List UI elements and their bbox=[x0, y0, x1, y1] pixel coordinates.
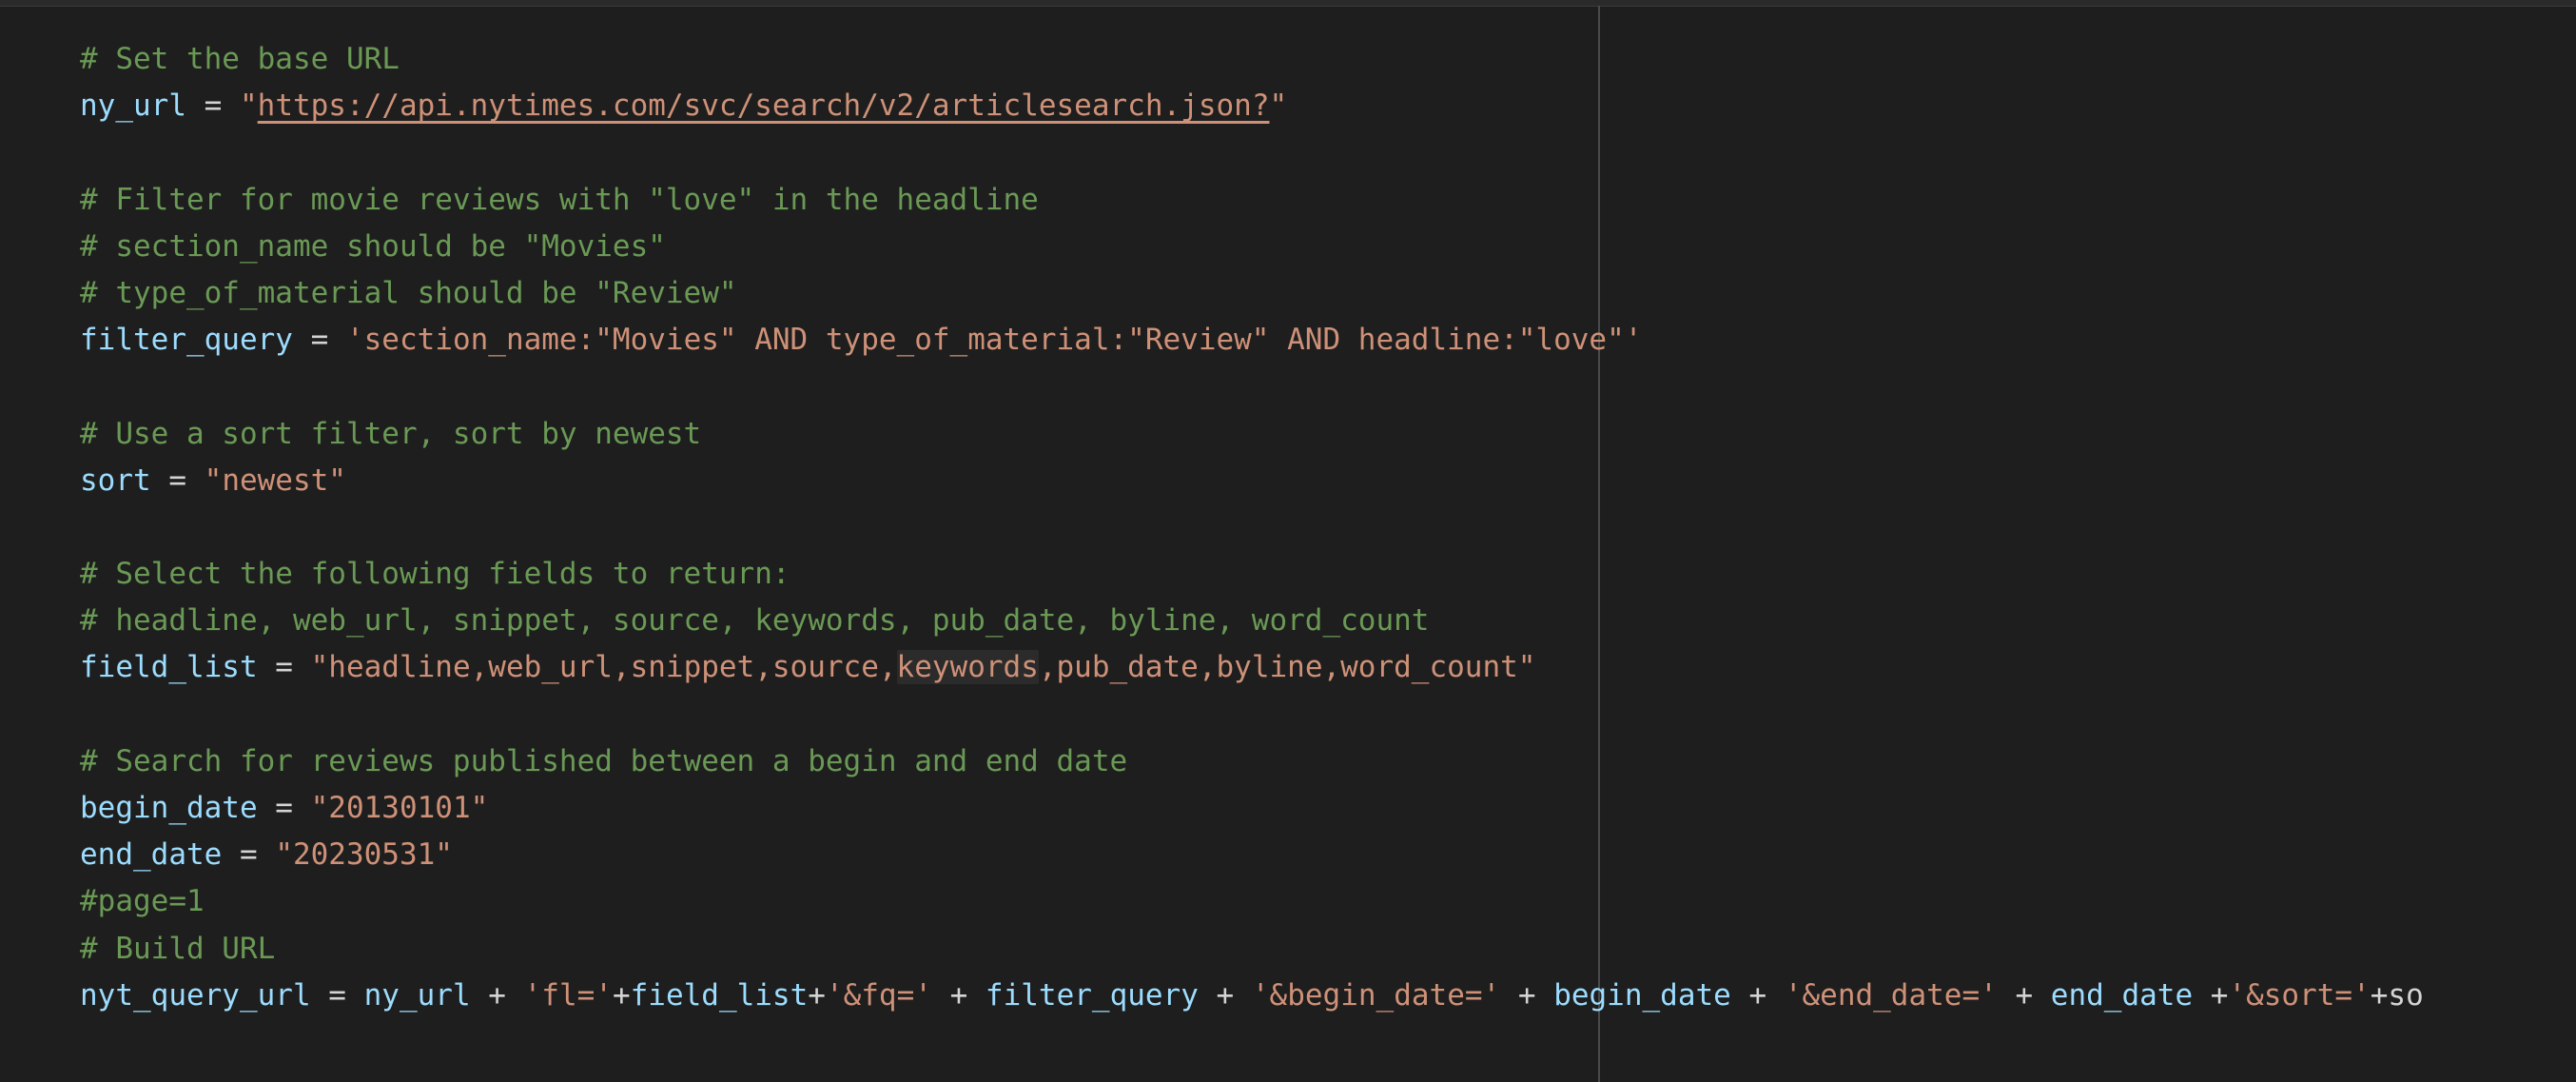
code-line[interactable]: # Filter for movie reviews with "love" i… bbox=[80, 177, 2576, 224]
code-line[interactable]: nyt_query_url = ny_url + 'fl='+field_lis… bbox=[80, 973, 2576, 1019]
operator-token: + bbox=[808, 977, 826, 1013]
string-token: '&fq=' bbox=[825, 977, 932, 1013]
string-token: "20230531" bbox=[275, 837, 453, 873]
operator-token: + bbox=[470, 977, 524, 1013]
code-line[interactable] bbox=[80, 692, 2576, 738]
operator-token: = bbox=[257, 791, 311, 825]
variable-token: ny_url bbox=[363, 977, 471, 1013]
operator-token: + bbox=[1500, 977, 1554, 1013]
comment-token: # Search for reviews published between a… bbox=[80, 743, 1128, 778]
variable-token: end_date bbox=[80, 837, 223, 873]
operator-token: = bbox=[150, 462, 205, 498]
string-token: "newest" bbox=[204, 462, 346, 498]
operator-token: = bbox=[292, 323, 346, 358]
string-token: '&end_date=' bbox=[1784, 977, 1998, 1013]
code-line[interactable]: filter_query = 'section_name:"Movies" AN… bbox=[80, 317, 2576, 364]
string-token: keywords bbox=[896, 650, 1039, 685]
string-token: 'fl=' bbox=[523, 977, 613, 1013]
comment-token: # type_of_material should be "Review" bbox=[80, 275, 737, 310]
code-line[interactable] bbox=[80, 129, 2576, 176]
code-line[interactable]: sort = "newest" bbox=[80, 458, 2576, 504]
string-token: 'section_name:"Movies" AND type_of_mater… bbox=[345, 323, 1643, 358]
operator-token: = bbox=[310, 977, 364, 1013]
variable-token: end_date bbox=[2050, 977, 2194, 1013]
variable-token: filter_query bbox=[985, 977, 1199, 1013]
code-line[interactable]: begin_date = "20130101" bbox=[80, 785, 2576, 832]
operator-token: + bbox=[1198, 977, 1252, 1013]
string-token: " bbox=[239, 89, 258, 124]
code-area[interactable]: # Set the base URL ny_url = "https://api.… bbox=[80, 36, 2576, 1019]
variable-token: sort bbox=[80, 462, 151, 498]
url-link[interactable]: https://api.nytimes.com/svc/search/v2/ar… bbox=[258, 89, 1270, 123]
comment-token: #page=1 bbox=[80, 884, 205, 919]
string-token: '&begin_date=' bbox=[1251, 977, 1501, 1013]
comment-token: # section_name should be "Movies" bbox=[80, 228, 666, 264]
string-token: "20130101" bbox=[310, 791, 489, 825]
code-line[interactable]: ny_url = "https://api.nytimes.com/svc/se… bbox=[80, 83, 2576, 129]
operator-token: +so bbox=[2370, 977, 2424, 1013]
string-token: "headline,web_url,snippet,source, bbox=[310, 650, 897, 685]
operator-token: + bbox=[1997, 977, 2051, 1013]
variable-token: nyt_query_url bbox=[80, 977, 311, 1013]
operator-token: + bbox=[612, 977, 631, 1013]
code-line[interactable]: # Set the base URL bbox=[80, 36, 2576, 83]
code-line[interactable] bbox=[80, 364, 2576, 410]
comment-token: # Use a sort filter, sort by newest bbox=[80, 416, 702, 451]
code-line[interactable] bbox=[80, 504, 2576, 551]
operator-token: + bbox=[1730, 977, 1785, 1013]
operator-token: = bbox=[185, 89, 240, 124]
variable-token: ny_url bbox=[80, 89, 186, 124]
string-token: " bbox=[1269, 89, 1288, 124]
variable-token: begin_date bbox=[1553, 977, 1731, 1013]
variable-token: begin_date bbox=[80, 791, 258, 825]
string-token: ,pub_date,byline,word_count" bbox=[1038, 650, 1536, 685]
operator-token: = bbox=[257, 650, 311, 685]
code-line[interactable]: field_list = "headline,web_url,snippet,s… bbox=[80, 644, 2576, 691]
code-line[interactable]: # Search for reviews published between a… bbox=[80, 738, 2576, 785]
code-line[interactable]: # Select the following fields to return: bbox=[80, 551, 2576, 598]
comment-token: # Filter for movie reviews with "love" i… bbox=[80, 182, 1039, 217]
operator-token: = bbox=[222, 837, 276, 873]
variable-token: field_list bbox=[630, 977, 809, 1013]
comment-token: # Build URL bbox=[80, 931, 276, 966]
comment-token: # Set the base URL bbox=[80, 42, 400, 76]
operator-token: + bbox=[931, 977, 986, 1013]
comment-token: # headline, web_url, snippet, source, ke… bbox=[80, 603, 1430, 639]
code-line[interactable]: # headline, web_url, snippet, source, ke… bbox=[80, 598, 2576, 644]
variable-token: filter_query bbox=[80, 323, 293, 358]
code-editor[interactable]: # Set the base URL ny_url = "https://api.… bbox=[0, 6, 2576, 1082]
comment-token: # Select the following fields to return: bbox=[80, 557, 790, 592]
code-line[interactable]: #page=1 bbox=[80, 878, 2576, 925]
code-line[interactable]: # Use a sort filter, sort by newest bbox=[80, 411, 2576, 458]
code-line[interactable]: end_date = "20230531" bbox=[80, 832, 2576, 878]
code-line[interactable]: # section_name should be "Movies" bbox=[80, 224, 2576, 270]
code-line[interactable]: # Build URL bbox=[80, 926, 2576, 973]
operator-token: + bbox=[2193, 977, 2229, 1013]
string-token: '&sort=' bbox=[2228, 977, 2371, 1013]
code-line[interactable]: # type_of_material should be "Review" bbox=[80, 270, 2576, 317]
variable-token: field_list bbox=[80, 650, 258, 685]
